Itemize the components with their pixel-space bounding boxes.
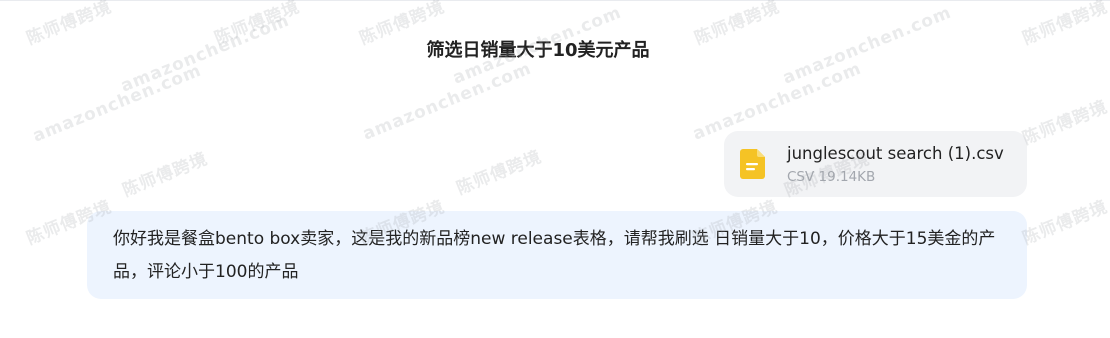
user-message-bubble: 你好我是餐盒bento box卖家，这是我的新品榜new release表格，请… (87, 211, 1027, 299)
attachment-card[interactable]: junglescout search (1).csv CSV 19.14KB (724, 131, 1027, 197)
watermark-name: 陈师傅跨境 (1019, 96, 1110, 150)
watermark-site: amazonchen.com (30, 60, 205, 147)
top-divider (0, 0, 1110, 1)
watermark-name: 陈师傅跨境 (453, 146, 545, 200)
watermark-name: 陈师傅跨境 (1019, 196, 1110, 250)
conversation-title: 筛选日销量大于10美元产品 (426, 40, 650, 61)
attachment-file-name: junglescout search (1).csv (787, 144, 1004, 163)
watermark-name: 陈师傅跨境 (119, 148, 211, 202)
attachment-file-meta: CSV 19.14KB (787, 169, 876, 185)
user-message-text: 你好我是餐盒bento box卖家，这是我的新品榜new release表格，请… (113, 229, 996, 282)
watermark-site: amazonchen.com (360, 58, 535, 145)
document-icon (740, 149, 766, 179)
